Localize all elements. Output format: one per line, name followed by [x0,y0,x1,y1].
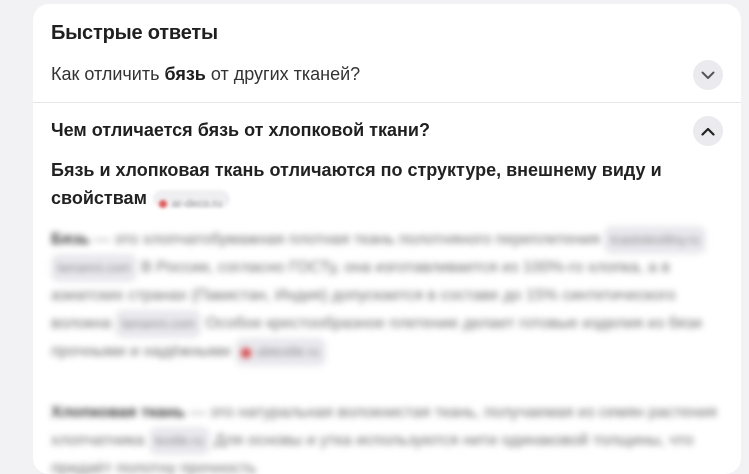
quick-answers-panel: Быстрые ответы Как отличить бязь от друг… [33,4,741,474]
chevron-down-icon [701,71,715,79]
question-highlight: бязь [164,64,206,84]
source-chip[interactable]: lamanni.com [51,254,137,282]
source-favicon-icon [158,200,167,209]
source-chip[interactable]: ubtextile.ru [234,338,326,366]
faq-item-expanded[interactable]: Чем отличается бязь от хлопковой ткани? [33,114,741,154]
source-chip[interactable]: tcastotextilny.ru [604,226,706,254]
answer-paragraph-1: Бязь — это хлопчатобумажная плотная ткан… [51,226,723,366]
answer-paragraph-2: Хлопковая ткань — это натуральная волокн… [51,399,723,474]
paragraph-term: Бязь [51,231,90,248]
question-suffix: от других тканей? [205,64,361,84]
collapse-button[interactable] [693,116,723,146]
faq-question-2[interactable]: Чем отличается бязь от хлопковой ткани? [51,120,430,141]
chevron-up-icon [701,127,715,136]
answer-summary: Бязь и хлопковая ткань отличаются по стр… [51,156,711,212]
faq-question-1[interactable]: Как отличить бязь от других тканей? [51,64,360,85]
source-chip-label: ar-deco.ru [171,198,223,211]
faq-item-collapsed[interactable]: Как отличить бязь от других тканей? [33,56,741,103]
expand-button[interactable] [693,60,723,90]
source-chip[interactable]: lamanni.com [115,310,202,338]
source-chip[interactable]: ar-deco.ru [152,190,231,211]
source-chip[interactable]: textile.ru [148,427,210,455]
paragraph-text: — это хлопчатобумажная плотная ткань пол… [89,231,605,248]
panel-title: Быстрые ответы [51,22,218,44]
question-prefix: Как отличить [51,64,165,84]
paragraph-term: Хлопковая ткань [51,404,186,421]
answer-summary-text: Бязь и хлопковая ткань отличаются по стр… [51,160,662,208]
